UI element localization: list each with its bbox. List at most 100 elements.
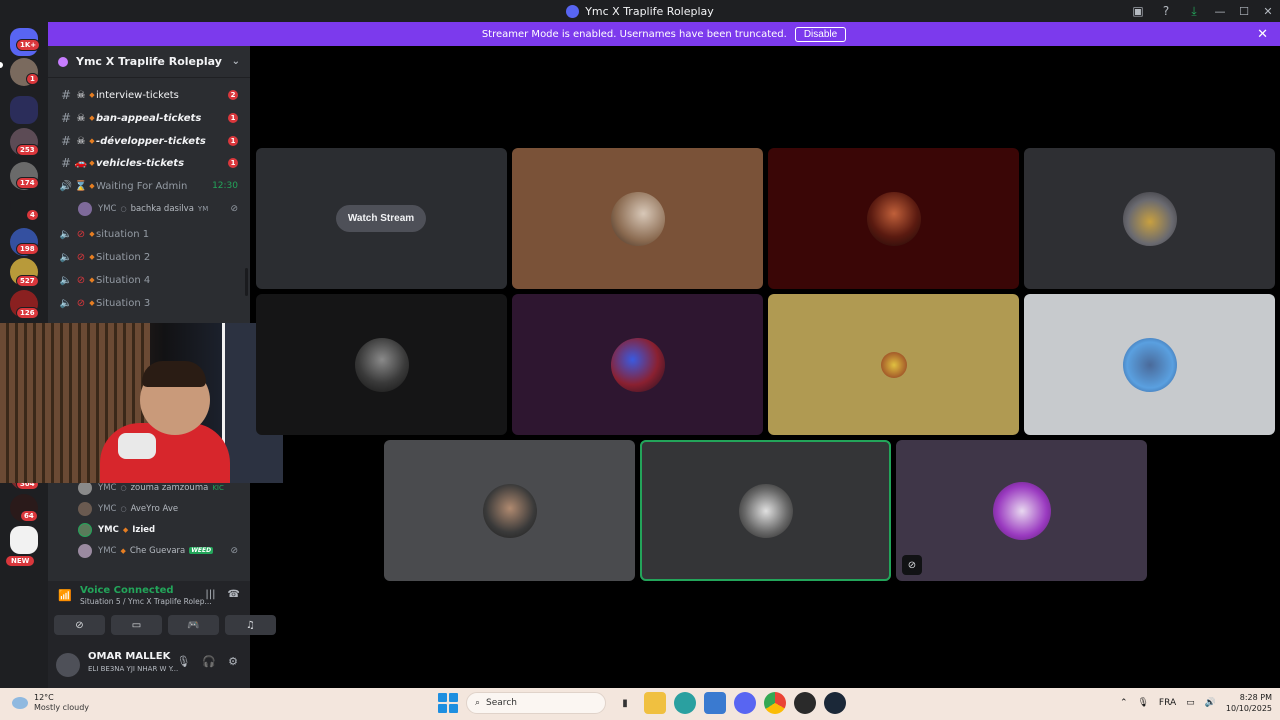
participant-tile[interactable] bbox=[768, 148, 1019, 289]
avatar bbox=[482, 483, 537, 538]
member-name: AveYro Ave bbox=[130, 503, 179, 514]
clock-date: 10/10/2025 bbox=[1225, 704, 1272, 713]
webcam-person bbox=[142, 361, 206, 387]
channel-name: situation 1 bbox=[96, 228, 150, 240]
user-name[interactable]: OMAR MALLEK bbox=[88, 651, 170, 662]
close-icon[interactable]: ✕ bbox=[1257, 27, 1268, 42]
channel-developer-tickets[interactable]: # ☠ ◆ -développer-tickets 1 bbox=[48, 130, 250, 152]
skull-icon: ☠ bbox=[76, 135, 86, 147]
watch-stream-button[interactable]: Watch Stream bbox=[336, 205, 426, 232]
folder-icon[interactable] bbox=[10, 96, 38, 124]
voice-member[interactable]: YMC ○ AveYro Ave bbox=[48, 498, 250, 519]
member-tag: YMC bbox=[98, 524, 119, 535]
unread-pip bbox=[0, 62, 3, 68]
member-name: bachka dasilva bbox=[130, 203, 194, 214]
clock-time: 8:28 PM bbox=[1239, 693, 1272, 702]
noise-suppression-icon[interactable]: ||| bbox=[205, 589, 215, 600]
participant-tile[interactable] bbox=[384, 440, 635, 581]
close-icon[interactable]: ✕ bbox=[1256, 0, 1280, 22]
channel-interview-tickets[interactable]: # ☠ ◆ interview-tickets 2 bbox=[48, 84, 250, 106]
steam-icon[interactable] bbox=[824, 692, 846, 714]
rail-badge: 126 bbox=[16, 307, 39, 319]
participant-tile[interactable] bbox=[1024, 148, 1275, 289]
help-icon[interactable]: ? bbox=[1152, 0, 1180, 22]
avatar bbox=[866, 191, 921, 246]
download-icon[interactable]: ⤓ bbox=[1180, 0, 1208, 22]
voice-status[interactable]: Voice Connected bbox=[80, 585, 212, 596]
headphones-icon[interactable]: 🎧 bbox=[202, 655, 216, 668]
rail-badge: 527 bbox=[16, 275, 39, 287]
channel-ban-appeal-tickets[interactable]: # ☠ ◆ ban-appeal-tickets 1 bbox=[48, 107, 250, 129]
temperature: 12°C bbox=[34, 693, 54, 702]
speaker-icon: 🔈 bbox=[59, 274, 73, 286]
chevron-up-icon[interactable]: ⌃ bbox=[1120, 698, 1128, 708]
discord-icon[interactable] bbox=[734, 692, 756, 714]
dot-icon: ◆ bbox=[89, 182, 95, 190]
participant-tile[interactable] bbox=[512, 294, 763, 435]
channel-waiting-for-admin[interactable]: 🔊 ⌛ ◆ Waiting For Admin 12:30 bbox=[48, 175, 250, 197]
screen-share-button[interactable]: ▭ bbox=[111, 615, 162, 635]
task-view-icon[interactable]: ▮ bbox=[614, 692, 636, 714]
participant-tile[interactable] bbox=[768, 294, 1019, 435]
network-icon[interactable]: ▭ bbox=[1186, 698, 1195, 708]
avatar bbox=[78, 522, 92, 537]
store-icon[interactable] bbox=[704, 692, 726, 714]
participant-tile[interactable] bbox=[1024, 294, 1275, 435]
camera-off-button[interactable]: ⊘ bbox=[54, 615, 105, 635]
participant-tile[interactable]: ⊘ bbox=[896, 440, 1147, 581]
gear-icon[interactable]: ⚙ bbox=[228, 655, 238, 668]
microphone-icon[interactable]: 🎙 bbox=[176, 655, 190, 668]
weather-widget[interactable]: 12°C Mostly cloudy bbox=[12, 693, 89, 713]
avatar bbox=[78, 501, 92, 516]
signal-icon[interactable]: 📶 bbox=[58, 589, 74, 602]
voice-location[interactable]: Situation 5 / Ymc X Traplife Rolep... bbox=[80, 597, 212, 606]
file-explorer-icon[interactable] bbox=[644, 692, 666, 714]
participant-tile[interactable] bbox=[512, 148, 763, 289]
disconnect-icon[interactable]: ☎ bbox=[228, 589, 240, 600]
scrollbar[interactable] bbox=[245, 268, 248, 296]
text-channel-icon: # bbox=[60, 88, 72, 102]
voice-member[interactable]: YMC ◆ Che Guevara WEED ⊘ bbox=[48, 540, 250, 561]
avatar[interactable] bbox=[56, 653, 80, 677]
volume-icon[interactable]: 🔊 bbox=[1205, 698, 1216, 708]
obs-icon[interactable] bbox=[794, 692, 816, 714]
chevron-down-icon[interactable]: ⌄ bbox=[232, 56, 240, 67]
rail-badge: 64 bbox=[20, 510, 38, 522]
dot-icon: ◆ bbox=[89, 253, 95, 261]
clock[interactable]: 8:28 PM 10/10/2025 bbox=[1226, 692, 1272, 714]
soundboard-button[interactable]: ♫ bbox=[225, 615, 276, 635]
channel-situation-4[interactable]: 🔈 ⊘ ◆ Situation 4 bbox=[48, 269, 250, 291]
mention-count: 1 bbox=[228, 136, 238, 146]
activity-button[interactable]: 🎮 bbox=[168, 615, 219, 635]
participant-tile[interactable] bbox=[256, 294, 507, 435]
microphone-icon[interactable]: 🎙 bbox=[1137, 698, 1148, 708]
no-entry-icon: ⊘ bbox=[76, 251, 86, 263]
server-name: Ymc X Traplife Roleplay bbox=[76, 55, 222, 68]
voice-member[interactable]: YMC ◆ Izied bbox=[48, 519, 250, 540]
edge-icon[interactable] bbox=[674, 692, 696, 714]
channel-situation-1[interactable]: 🔈 ⊘ ◆ situation 1 bbox=[48, 223, 250, 245]
channel-situation-2[interactable]: 🔈 ⊘ ◆ Situation 2 bbox=[48, 246, 250, 268]
rail-badge: 4 bbox=[26, 209, 39, 221]
mention-count: 1 bbox=[228, 158, 238, 168]
voice-member[interactable]: YMC ○ bachka dasilva YM ⊘ bbox=[48, 198, 250, 219]
screen-share-icon[interactable]: ▣ bbox=[1124, 0, 1152, 22]
member-name: Che Guevara bbox=[129, 545, 186, 556]
channel-name: interview-tickets bbox=[96, 89, 179, 101]
go-to-match-server-icon[interactable] bbox=[10, 526, 38, 554]
minimize-icon[interactable]: — bbox=[1208, 0, 1232, 22]
channel-name: Situation 2 bbox=[96, 251, 151, 263]
input-language[interactable]: FRA bbox=[1159, 698, 1176, 708]
windows-start-icon[interactable] bbox=[438, 693, 458, 713]
chrome-icon[interactable] bbox=[764, 692, 786, 714]
disable-streamer-mode-button[interactable]: Disable bbox=[794, 26, 847, 42]
mic-muted-icon: ⊘ bbox=[902, 555, 922, 575]
taskbar-search[interactable]: ⌕ Search bbox=[466, 692, 606, 714]
stream-tile[interactable]: Watch Stream bbox=[256, 148, 507, 289]
server-header[interactable]: Ymc X Traplife Roleplay ⌄ bbox=[48, 46, 250, 78]
channel-vehicles-tickets[interactable]: # 🚗 ◆ vehicles-tickets 1 bbox=[48, 152, 250, 174]
maximize-icon[interactable]: ☐ bbox=[1232, 0, 1256, 22]
channel-situation-3[interactable]: 🔈 ⊘ ◆ Situation 3 bbox=[48, 292, 250, 314]
participant-tile-speaking[interactable] bbox=[640, 440, 891, 581]
user-status[interactable]: ELI BE3NA YJI NHAR W Y... bbox=[88, 665, 178, 673]
